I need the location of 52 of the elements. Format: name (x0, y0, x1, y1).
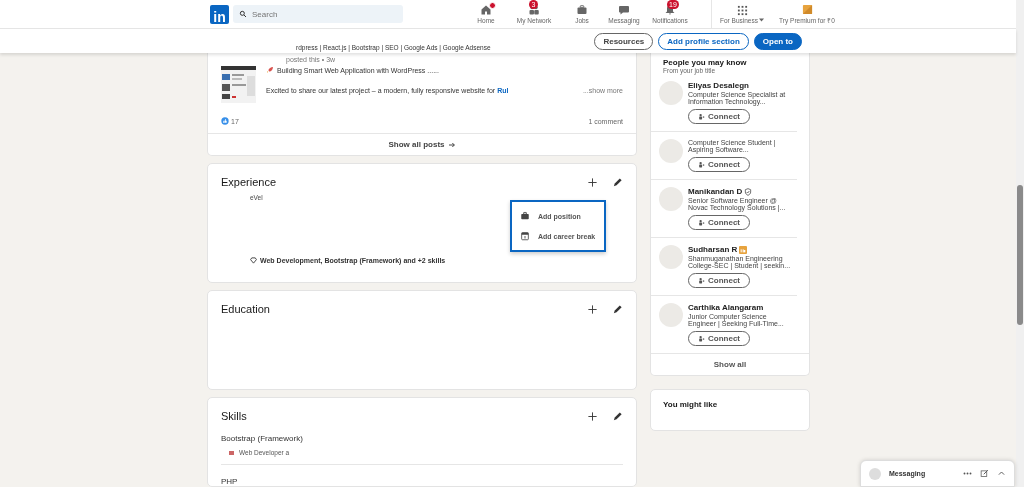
section-title: People you may know (662, 58, 748, 67)
add-icon[interactable] (587, 303, 598, 315)
logo[interactable]: in (210, 4, 229, 24)
avatar (869, 467, 881, 480)
edit-icon[interactable] (612, 176, 623, 188)
add-person-icon (698, 161, 705, 168)
add-person-icon (698, 219, 705, 226)
search-field[interactable]: Search (233, 5, 403, 23)
profile-action-button[interactable]: Add profile section (658, 32, 749, 50)
rocket-icon (266, 66, 274, 74)
connect-button[interactable]: Connect (688, 109, 750, 124)
jobs-icon (576, 4, 588, 16)
edit-icon[interactable] (612, 303, 623, 315)
add-icon[interactable] (587, 176, 598, 188)
arrow-icon (447, 140, 456, 149)
edit-icon[interactable] (612, 410, 623, 422)
briefcase-icon (520, 211, 530, 221)
calendar-icon (520, 231, 530, 241)
search-icon (239, 10, 247, 18)
connect-button[interactable]: Connect (688, 215, 750, 230)
add-person-icon (698, 277, 705, 284)
section-title: Experience (221, 176, 278, 188)
skill-name[interactable]: Bootstrap (Framework) (221, 422, 623, 443)
add-person-icon (698, 335, 705, 342)
person-name[interactable]: Sudharsan R (688, 245, 738, 254)
section-title: Skills (221, 410, 248, 422)
scrollbar-thumb[interactable] (1017, 185, 1023, 325)
diamond-icon (250, 257, 257, 264)
scrollbar[interactable] (1016, 0, 1024, 487)
connect-button[interactable]: Connect (688, 157, 750, 172)
add-icon[interactable] (587, 410, 598, 422)
show-all-button[interactable]: Show all (651, 353, 809, 375)
premium-icon (801, 3, 813, 15)
apps-grid-icon (736, 4, 748, 16)
person-name[interactable]: Manikandan D (688, 187, 743, 196)
connect-button[interactable]: Connect (688, 273, 750, 288)
section-title: You might like (662, 399, 719, 409)
person-name[interactable]: Eliyas Desalegn (688, 81, 749, 90)
compose-icon[interactable] (980, 469, 989, 478)
home-icon (480, 4, 492, 16)
profile-action-button[interactable]: Resources (594, 32, 654, 50)
messaging-icon (618, 4, 630, 16)
person-name[interactable]: Carthika Alangaram (688, 303, 764, 312)
skill-name[interactable]: PHP (221, 465, 623, 486)
show-all-posts-button[interactable]: Show all posts (208, 133, 636, 155)
company-logo-icon (229, 450, 234, 455)
add-person-icon (698, 113, 705, 120)
profile-action-button[interactable]: Open to (753, 32, 802, 50)
section-title: Education (221, 303, 271, 315)
like-icon (221, 117, 229, 125)
connect-button[interactable]: Connect (688, 331, 750, 346)
caret-icon (758, 18, 764, 22)
